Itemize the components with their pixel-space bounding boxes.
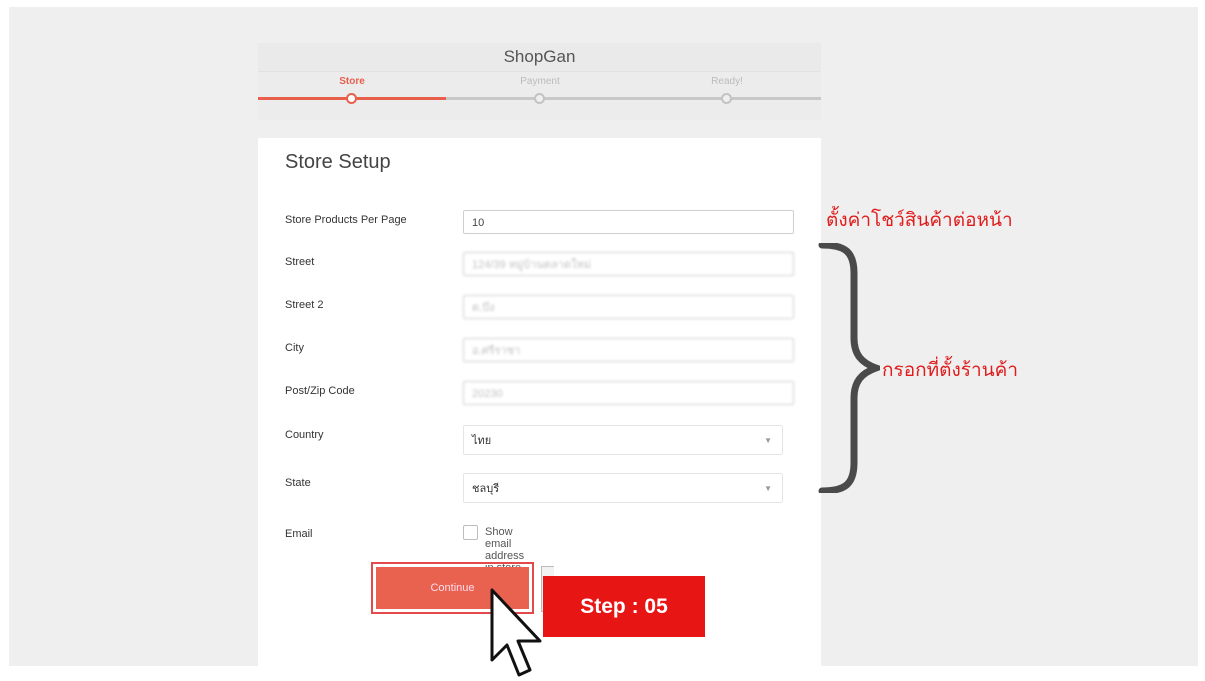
city-label: City <box>285 342 304 354</box>
email-label: Email <box>285 528 313 540</box>
step-store-dot-icon <box>346 93 357 104</box>
step-badge: Step : 05 <box>543 576 705 637</box>
country-select[interactable]: ไทย ▼ <box>463 425 783 455</box>
setup-wizard: ShopGan Store Payment Ready! Store Setup… <box>258 43 821 670</box>
country-value: ไทย <box>472 435 492 447</box>
step-store-label: Store <box>339 76 365 87</box>
step-payment[interactable]: Payment <box>446 72 634 104</box>
wizard-steps: Store Payment Ready! <box>258 72 821 120</box>
form-title: Store Setup <box>285 151 391 173</box>
products-per-page-annotation: ตั้งค่าโชว์สินค้าต่อหน้า <box>826 210 1013 231</box>
street-input[interactable]: 124/39 หมู่บ้านตลาดใหม่ <box>463 252 794 276</box>
step-payment-label: Payment <box>520 76 560 87</box>
brand-title: ShopGan <box>258 43 821 72</box>
mouse-pointer-icon <box>490 588 542 677</box>
state-label: State <box>285 477 311 489</box>
step-payment-dot-icon <box>534 93 545 104</box>
step-ready[interactable]: Ready! <box>633 72 821 104</box>
step-store[interactable]: Store <box>258 72 446 104</box>
products-per-page-input[interactable]: 10 <box>463 210 794 234</box>
products-per-page-label: Store Products Per Page <box>285 214 407 226</box>
state-value: ชลบุรี <box>472 483 500 495</box>
show-email-checkbox[interactable] <box>463 525 478 540</box>
chevron-down-icon: ▼ <box>764 484 772 493</box>
postcode-input[interactable]: 20230 <box>463 381 794 405</box>
street2-label: Street 2 <box>285 299 324 311</box>
address-annotation: กรอกที่ตั้งร้านค้า <box>882 360 1019 381</box>
chevron-down-icon: ▼ <box>764 436 772 445</box>
step-ready-label: Ready! <box>711 76 743 87</box>
step-ready-dot-icon <box>721 93 732 104</box>
postcode-label: Post/Zip Code <box>285 385 355 397</box>
state-select[interactable]: ชลบุรี ▼ <box>463 473 783 503</box>
country-label: Country <box>285 429 324 441</box>
curly-brace-icon <box>818 243 880 493</box>
street2-input[interactable]: ต.บึง <box>463 295 794 319</box>
street-label: Street <box>285 256 315 268</box>
city-input[interactable]: อ.ศรีราชา <box>463 338 794 362</box>
